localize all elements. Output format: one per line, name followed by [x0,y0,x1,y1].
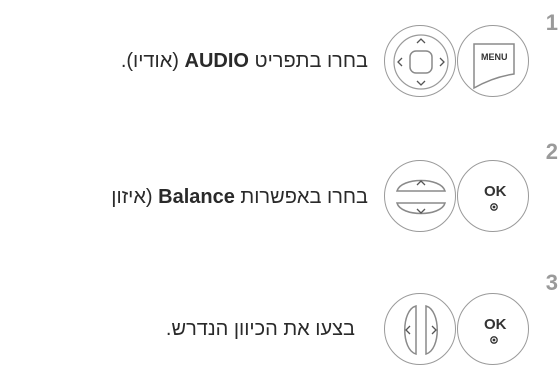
navigation-pad-icon[interactable] [384,25,456,97]
step-2-text-before: בחרו באפשרות [240,186,368,208]
step-number: 2 [545,139,558,164]
menu-button[interactable]: MENU [457,25,529,97]
menu-button-label: MENU [481,52,508,62]
step-1-text: בחרו בתפריט AUDIO (אודיו). [121,51,368,71]
step-1-text-bold: AUDIO [184,50,249,72]
step-2-text-bold: Balance [158,186,235,208]
step-number: 1 [545,10,558,35]
up-down-pad-icon[interactable] [384,160,456,232]
step-number: 3 [545,270,558,295]
step-2-text-after: (איזון [111,186,153,208]
left-right-pad-icon[interactable] [384,293,456,365]
step-2-text: בחרו באפשרות Balance (איזון [111,187,368,207]
step-3-text: בצעו את הכיוון הנדרש. [165,318,355,340]
step-1-text-after: (אודיו). [120,50,179,72]
ok-button[interactable]: OK [457,293,529,365]
step-1-text-before: בחרו בתפריט [254,50,368,72]
step-1: 1 MENU בחרו בתפריט AUDIO (אודיו). [0,0,560,120]
ok-button[interactable]: OK [457,160,529,232]
step-3: 3 OK בצעו את הכיוון הנדרש. [0,255,560,385]
step-2: 2 OK בחרו באפשרות Balance (איזון [0,120,560,255]
